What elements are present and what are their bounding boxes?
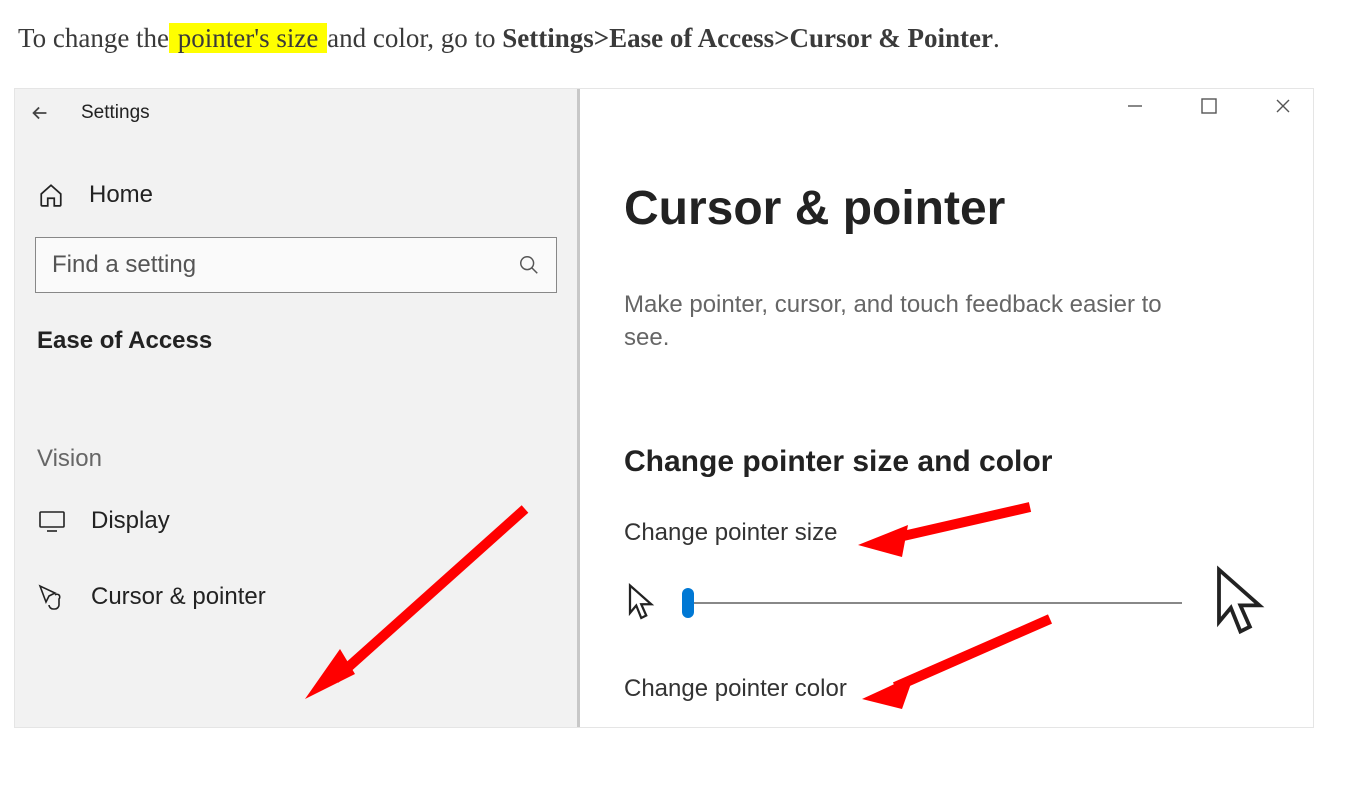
window-controls <box>1123 97 1295 115</box>
article-mid: and color, go to <box>327 23 502 53</box>
pointer-size-slider-row <box>624 565 1285 641</box>
pointer-size-slider[interactable] <box>682 602 1182 604</box>
window-title: Settings <box>81 102 150 124</box>
nav-home[interactable]: Home <box>15 167 577 223</box>
search-wrap: Find a setting <box>35 237 557 293</box>
minimize-button[interactable] <box>1123 97 1147 115</box>
cursor-small-icon <box>624 583 656 623</box>
settings-main: Cursor & pointer Make pointer, cursor, a… <box>580 89 1313 727</box>
sidebar-item-label: Cursor & pointer <box>91 583 266 611</box>
close-button[interactable] <box>1271 97 1295 115</box>
article-path: Settings>Ease of Access>Cursor & Pointer <box>502 23 993 53</box>
home-icon <box>37 182 65 208</box>
article-suffix: . <box>993 23 1000 53</box>
back-icon[interactable] <box>29 102 51 124</box>
article-prefix: To change the <box>18 23 169 53</box>
cursor-large-icon <box>1208 565 1268 641</box>
search-icon <box>518 254 540 276</box>
settings-window: Settings Home Find a setting Ease of Acc… <box>14 88 1314 728</box>
window-topbar: Settings <box>15 89 577 137</box>
display-icon <box>37 509 67 533</box>
sidebar-category: Ease of Access <box>37 327 555 355</box>
sidebar-item-label: Display <box>91 507 170 535</box>
slider-thumb[interactable] <box>682 588 694 618</box>
sidebar-subcategory: Vision <box>37 445 555 473</box>
search-input[interactable]: Find a setting <box>35 237 557 293</box>
page-title: Cursor & pointer <box>624 181 1285 236</box>
sidebar-item-cursor-pointer[interactable]: Cursor & pointer <box>15 559 577 635</box>
cursor-pointer-icon <box>37 583 67 611</box>
section-title: Change pointer size and color <box>624 445 1285 479</box>
nav-home-label: Home <box>89 181 153 209</box>
sidebar-item-display[interactable]: Display <box>15 483 577 559</box>
maximize-button[interactable] <box>1197 97 1221 115</box>
article-highlight: pointer's size <box>169 23 327 53</box>
page-description: Make pointer, cursor, and touch feedback… <box>624 288 1184 355</box>
search-placeholder: Find a setting <box>52 251 518 279</box>
settings-sidebar: Settings Home Find a setting Ease of Acc… <box>15 89 580 727</box>
pointer-color-label: Change pointer color <box>624 675 1285 703</box>
article-instruction: To change the pointer's size and color, … <box>0 0 1180 70</box>
pointer-size-label: Change pointer size <box>624 519 1285 547</box>
